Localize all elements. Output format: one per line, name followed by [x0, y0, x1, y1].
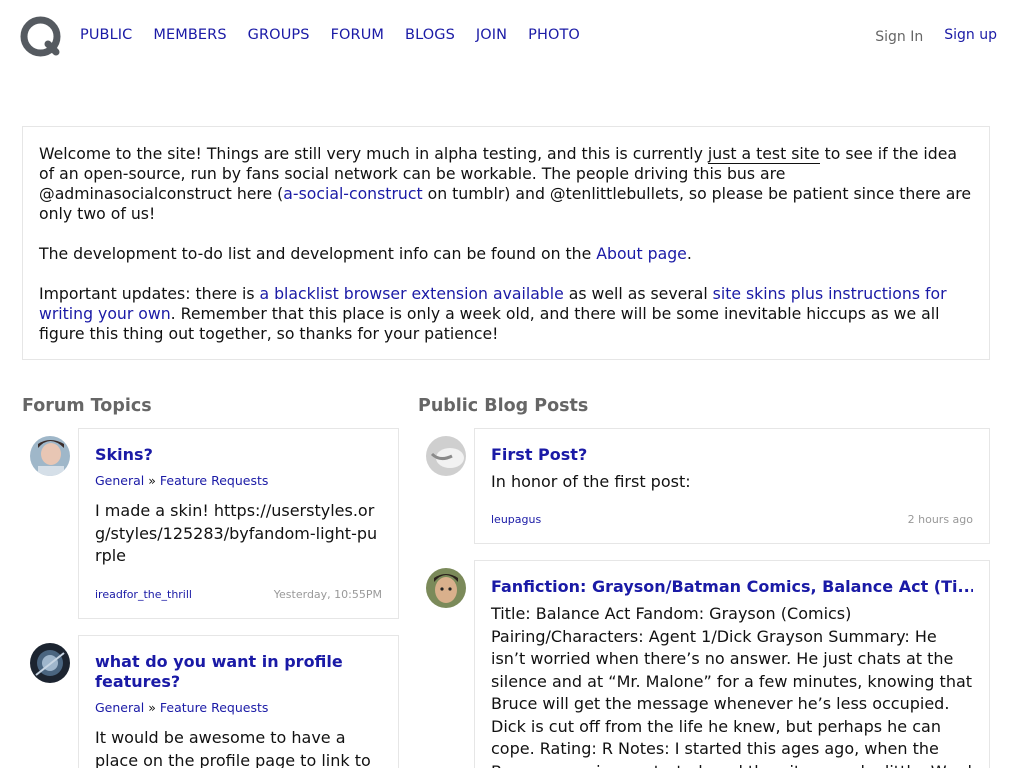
post-excerpt: Title: Balance Act Fandom: Grayson (Comi… — [491, 604, 973, 768]
avatar[interactable] — [30, 436, 70, 476]
post-meta: leupagus 2 hours ago — [491, 513, 973, 526]
topic-title[interactable]: Skins? — [95, 445, 382, 465]
post-timestamp: 2 hours ago — [907, 513, 973, 526]
topic-title[interactable]: what do you want in profile features? — [95, 652, 382, 692]
welcome-panel: Welcome to the site! Things are still ve… — [22, 126, 990, 360]
forum-topic-card: what do you want in profile features? Ge… — [78, 635, 399, 768]
topic-excerpt: I made a skin! https://userstyles.org/st… — [95, 501, 378, 565]
crumb-feature-requests[interactable]: Feature Requests — [160, 700, 269, 715]
nav-join[interactable]: JOIN — [476, 27, 507, 43]
crumb-feature-requests[interactable]: Feature Requests — [160, 473, 269, 488]
nav-members[interactable]: MEMBERS — [153, 27, 226, 43]
blog-post-card: First Post? In honor of the first post: … — [474, 428, 990, 544]
crumb-separator: » — [148, 700, 156, 715]
nav-groups[interactable]: GROUPS — [248, 27, 310, 43]
welcome-text: as well as several — [563, 284, 713, 303]
sign-up-link[interactable]: Sign up — [944, 27, 997, 43]
topic-excerpt: It would be awesome to have a place on t… — [95, 728, 371, 768]
crumb-general[interactable]: General — [95, 473, 144, 488]
post-title[interactable]: Fanfiction: Grayson/Batman Comics, Balan… — [491, 577, 973, 597]
site-logo-icon[interactable] — [20, 16, 61, 57]
post-excerpt: In honor of the first post: — [491, 472, 691, 491]
main-nav: PUBLIC MEMBERS GROUPS FORUM BLOGS JOIN P… — [80, 27, 601, 43]
welcome-paragraph-2: The development to-do list and developme… — [39, 244, 973, 264]
blog-posts-heading: Public Blog Posts — [418, 396, 589, 416]
topic-author[interactable]: ireadfor_the_thrill — [95, 588, 192, 601]
topic-timestamp: Yesterday, 10:55PM — [273, 588, 382, 601]
nav-photo[interactable]: PHOTO — [528, 27, 580, 43]
user-avatar-icon — [426, 436, 466, 476]
nav-public[interactable]: PUBLIC — [80, 27, 132, 43]
crumb-general[interactable]: General — [95, 700, 144, 715]
post-title[interactable]: First Post? — [491, 445, 973, 465]
auth-links: Sign In Sign up — [875, 27, 997, 45]
sign-in-link[interactable]: Sign In — [875, 29, 923, 45]
post-author[interactable]: leupagus — [491, 513, 541, 526]
welcome-paragraph-1: Welcome to the site! Things are still ve… — [39, 144, 973, 224]
welcome-text: . Remember that this place is only a wee… — [39, 304, 940, 343]
welcome-text: Important updates: there is — [39, 284, 260, 303]
breadcrumb: General » Feature Requests — [95, 700, 382, 715]
blog-post-card: Fanfiction: Grayson/Batman Comics, Balan… — [474, 560, 990, 768]
forum-topics-heading: Forum Topics — [22, 396, 152, 416]
blacklist-extension-link[interactable]: a blacklist browser extension available — [259, 284, 563, 303]
avatar[interactable] — [30, 643, 70, 683]
user-avatar-icon — [30, 436, 70, 476]
top-bar: PUBLIC MEMBERS GROUPS FORUM BLOGS JOIN P… — [0, 0, 1024, 76]
welcome-text: . — [686, 244, 692, 263]
user-avatar-icon — [426, 568, 466, 608]
welcome-text: Welcome to the site! Things are still ve… — [39, 144, 708, 163]
nav-blogs[interactable]: BLOGS — [405, 27, 455, 43]
user-avatar-icon — [30, 643, 70, 683]
topic-meta: ireadfor_the_thrill Yesterday, 10:55PM — [95, 588, 382, 601]
avatar[interactable] — [426, 568, 466, 608]
about-page-link[interactable]: About page — [596, 244, 687, 263]
avatar[interactable] — [426, 436, 466, 476]
welcome-text: The development to-do list and developme… — [39, 244, 597, 263]
welcome-paragraph-3: Important updates: there is a blacklist … — [39, 284, 973, 344]
tumblr-link[interactable]: a-social-construct — [283, 184, 422, 203]
crumb-separator: » — [148, 473, 156, 488]
nav-forum[interactable]: FORUM — [331, 27, 384, 43]
forum-topic-card: Skins? General » Feature Requests I made… — [78, 428, 399, 619]
test-site-link[interactable]: just a test site — [707, 144, 820, 164]
breadcrumb: General » Feature Requests — [95, 473, 382, 488]
